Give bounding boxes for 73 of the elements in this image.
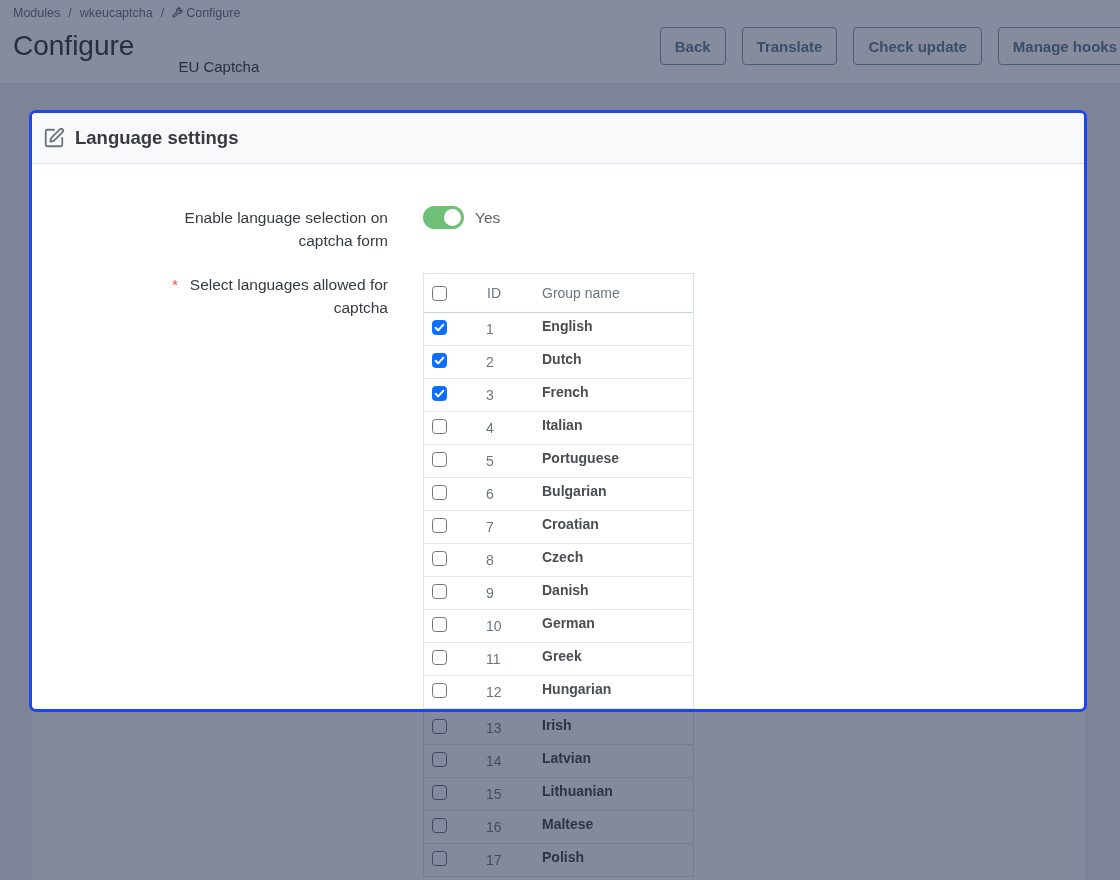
field-label: Enable language selection on captcha form [183, 208, 388, 251]
header-button[interactable]: Back [659, 27, 726, 65]
language-name: Dutch [542, 351, 582, 368]
language-name: Bulgarian [542, 483, 607, 500]
checkbox[interactable] [432, 650, 447, 665]
checkbox[interactable] [432, 386, 447, 401]
id-cell: 5 [486, 453, 494, 470]
id-cell: 14 [486, 753, 502, 770]
breadcrumb-link[interactable]: wkeucaptcha [79, 5, 153, 20]
id-cell: 8 [486, 552, 494, 569]
checkbox[interactable] [432, 584, 447, 599]
switch-state-label: Yes [475, 208, 501, 227]
checkbox[interactable] [432, 353, 447, 368]
breadcrumb-link[interactable]: Modules [13, 5, 61, 20]
language-name: Maltese [542, 816, 594, 833]
language-name: Latvian [542, 750, 591, 767]
id-cell: 7 [486, 519, 494, 536]
language-name: Polish [542, 849, 584, 866]
field-label: Select languages allowed for captcha [188, 275, 388, 318]
checkbox[interactable] [432, 485, 447, 500]
language-name: German [542, 615, 595, 632]
checkbox[interactable] [432, 419, 447, 434]
checkbox[interactable] [432, 719, 447, 734]
page-title: Configure [13, 29, 135, 63]
column-header: ID [487, 285, 501, 301]
edit-icon [43, 127, 65, 149]
language-name: Croatian [542, 516, 599, 533]
breadcrumb-separator: / [160, 5, 165, 20]
id-cell: 4 [486, 420, 494, 437]
language-name: Portuguese [542, 450, 619, 467]
toggle-switch[interactable] [423, 206, 464, 229]
id-cell: 17 [486, 852, 502, 869]
language-name: Czech [542, 549, 584, 566]
checkbox[interactable] [432, 452, 447, 467]
id-cell: 9 [486, 585, 494, 602]
panel-title: Language settings [75, 127, 239, 149]
required-asterisk: * [172, 275, 179, 295]
id-cell: 12 [486, 684, 502, 701]
checkbox[interactable] [432, 551, 447, 566]
language-name: Lithuanian [542, 783, 613, 800]
language-name: Italian [542, 417, 583, 434]
checkbox[interactable] [432, 752, 447, 767]
checkbox[interactable] [432, 518, 447, 533]
checkbox[interactable] [432, 818, 447, 833]
header-button[interactable]: Check update [853, 27, 982, 65]
language-name: English [542, 318, 593, 335]
checkbox[interactable] [432, 320, 447, 335]
page-subtitle: EU Captcha [178, 57, 260, 76]
checkbox[interactable] [432, 851, 447, 866]
breadcrumb-separator: / [68, 5, 72, 20]
id-cell: 13 [486, 720, 502, 737]
language-name: Danish [542, 582, 589, 599]
checkbox[interactable] [432, 285, 447, 301]
breadcrumb-current: Configure [186, 5, 241, 20]
checkbox[interactable] [432, 683, 447, 698]
wrench-icon [172, 7, 184, 18]
id-cell: 15 [486, 786, 502, 803]
header-button[interactable]: Translate [741, 27, 838, 65]
id-cell: 11 [486, 651, 501, 668]
column-header: Group name [542, 285, 620, 301]
id-cell: 1 [486, 321, 494, 338]
id-cell: 10 [486, 618, 502, 635]
language-name: Hungarian [542, 681, 612, 698]
id-cell: 16 [486, 819, 502, 836]
language-name: Irish [542, 717, 572, 734]
id-cell: 6 [486, 486, 494, 503]
language-name: Greek [542, 648, 582, 665]
checkbox[interactable] [432, 617, 447, 632]
checkbox[interactable] [432, 785, 447, 800]
id-cell: 3 [486, 387, 494, 404]
header-button[interactable]: Manage hooks [997, 27, 1120, 65]
language-name: French [542, 384, 589, 401]
id-cell: 2 [486, 354, 494, 371]
